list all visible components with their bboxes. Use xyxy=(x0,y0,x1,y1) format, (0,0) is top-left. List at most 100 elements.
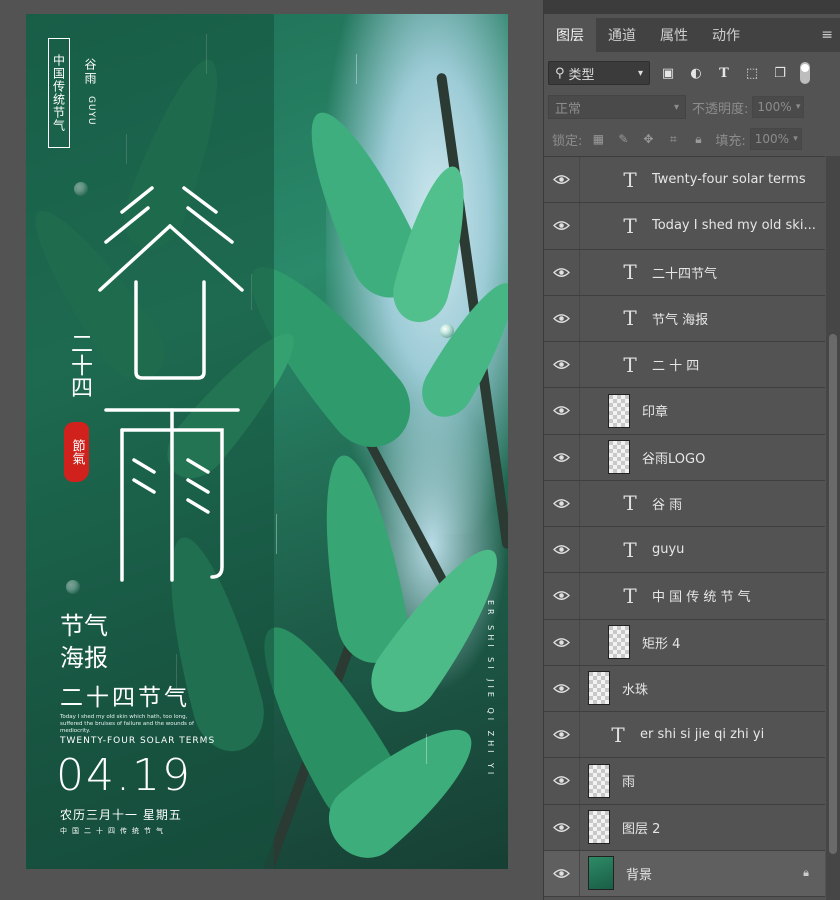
adjustment-filter-icon[interactable]: ◐ xyxy=(686,63,706,83)
text-layer-icon[interactable]: T xyxy=(620,491,640,515)
lock-position-icon[interactable]: ✥ xyxy=(639,130,657,148)
layer-row[interactable]: T中 国 传 统 节 气 xyxy=(544,573,825,620)
opacity-input[interactable]: 100% ▾ xyxy=(752,96,805,118)
layer-thumbnail[interactable] xyxy=(608,440,630,475)
lunar-date-text: 农历三月十一 星期五 xyxy=(60,808,182,822)
fill-label: 填充: xyxy=(715,133,746,149)
layer-name[interactable]: 印章 xyxy=(642,401,668,420)
layer-name[interactable]: Twenty-four solar terms xyxy=(652,172,806,187)
visibility-eye-icon[interactable] xyxy=(544,295,580,341)
visibility-eye-icon[interactable] xyxy=(544,712,580,758)
text-layer-icon[interactable]: T xyxy=(620,260,640,284)
visibility-eye-icon[interactable] xyxy=(544,434,580,480)
visibility-eye-icon[interactable] xyxy=(544,804,580,850)
layer-name[interactable]: 中 国 传 统 节 气 xyxy=(652,586,751,605)
lock-artboard-icon[interactable]: ⌗ xyxy=(664,130,682,148)
fill-value: 100% xyxy=(754,132,790,146)
layer-name[interactable]: 矩形 4 xyxy=(642,633,680,652)
layer-name[interactable]: 图层 2 xyxy=(622,818,660,837)
visibility-eye-icon[interactable] xyxy=(544,573,580,619)
layer-row[interactable]: Ter shi si jie qi zhi yi xyxy=(544,712,825,759)
layer-thumbnail[interactable] xyxy=(608,625,630,660)
tab-layers[interactable]: 图层 xyxy=(544,18,596,52)
lock-all-icon[interactable]: 🔒︎ xyxy=(689,130,707,148)
jieqi-haibao: 节气 海报 xyxy=(60,610,108,674)
layer-name[interactable]: 二十四节气 xyxy=(652,263,717,282)
tab-properties[interactable]: 属性 xyxy=(648,18,700,52)
shape-filter-icon[interactable]: ⬚ xyxy=(742,63,762,83)
layer-name[interactable]: 二 十 四 xyxy=(652,355,699,374)
layer-thumbnail[interactable] xyxy=(588,763,610,798)
layer-name[interactable]: 谷 雨 xyxy=(652,494,682,513)
layer-row[interactable]: T谷 雨 xyxy=(544,480,825,527)
layer-thumbnail[interactable] xyxy=(588,856,614,891)
layer-row[interactable]: 水珠 xyxy=(544,665,825,712)
layer-row[interactable]: 印章 xyxy=(544,388,825,435)
filter-toggle[interactable] xyxy=(800,62,810,84)
text-layer-icon[interactable]: T xyxy=(620,306,640,330)
text-layer-icon[interactable]: T xyxy=(620,584,640,608)
layer-list-scrollbar[interactable] xyxy=(826,156,840,900)
layer-row[interactable]: T Today I shed my old ski... xyxy=(544,203,825,250)
layer-row[interactable]: Tguyu xyxy=(544,527,825,574)
guyu-logo xyxy=(98,186,244,582)
layer-row[interactable]: 矩形 4 xyxy=(544,619,825,666)
layer-row[interactable]: T 二十四节气 xyxy=(544,249,825,296)
visibility-eye-icon[interactable] xyxy=(544,480,580,526)
layer-name[interactable]: 水珠 xyxy=(622,679,648,698)
tab-actions[interactable]: 动作 xyxy=(700,18,752,52)
seal-text: 節氣 xyxy=(69,439,85,465)
opacity-label: 不透明度: xyxy=(692,101,749,117)
visibility-eye-icon[interactable] xyxy=(544,527,580,573)
visibility-eye-icon[interactable] xyxy=(544,203,580,249)
layer-name[interactable]: 节气 海报 xyxy=(652,309,708,328)
lock-image-pixels-icon[interactable]: ✎ xyxy=(614,130,632,148)
text-layer-icon[interactable]: T xyxy=(620,538,640,562)
layer-row[interactable]: 背景 🔒︎ xyxy=(544,850,825,897)
lock-label: 锁定: xyxy=(552,133,583,149)
visibility-eye-icon[interactable] xyxy=(544,758,580,804)
scrollbar-thumb[interactable] xyxy=(829,334,837,854)
filter-kind-select[interactable]: ⚲ 类型 ▾ xyxy=(548,61,650,85)
visibility-eye-icon[interactable] xyxy=(544,342,580,388)
text-filter-icon[interactable]: T xyxy=(714,63,734,83)
guyu-small-title: 谷雨 xyxy=(83,58,97,86)
visibility-eye-icon[interactable] xyxy=(544,619,580,665)
tab-channels[interactable]: 通道 xyxy=(596,18,648,52)
lock-transparent-pixels-icon[interactable]: ▦ xyxy=(589,130,607,148)
layer-row[interactable]: T二 十 四 xyxy=(544,342,825,389)
tag-box: 中国传统节气 xyxy=(48,38,70,148)
text-layer-icon[interactable]: T xyxy=(620,168,640,192)
rain-streak xyxy=(276,514,277,554)
layer-thumbnail[interactable] xyxy=(588,671,610,706)
text-layer-icon[interactable]: T xyxy=(620,353,640,377)
layer-row[interactable]: 图层 2 xyxy=(544,804,825,851)
layer-name[interactable]: er shi si jie qi zhi yi xyxy=(640,727,764,742)
layer-name[interactable]: 谷雨LOGO xyxy=(642,448,705,467)
canvas-area[interactable]: 中国传统节气 谷雨 GUYU 二十四 節氣 节气 海报 二十四节气 Today … xyxy=(0,0,530,900)
smart-object-filter-icon[interactable]: ❐ xyxy=(770,63,790,83)
layer-row[interactable]: T Twenty-four solar terms xyxy=(544,157,825,204)
layer-name[interactable]: Today I shed my old ski... xyxy=(652,218,816,233)
visibility-eye-icon[interactable] xyxy=(544,249,580,295)
visibility-eye-icon[interactable] xyxy=(544,388,580,434)
visibility-eye-icon[interactable] xyxy=(544,850,580,896)
layer-row[interactable]: 雨 xyxy=(544,758,825,805)
text-layer-icon[interactable]: T xyxy=(620,214,640,238)
blend-mode-select[interactable]: 正常 ▾ xyxy=(548,95,686,119)
panel-menu-icon[interactable]: ≡ xyxy=(821,27,833,43)
image-filter-icon[interactable]: ▣ xyxy=(658,63,678,83)
layer-row[interactable]: T 节气 海报 xyxy=(544,295,825,342)
visibility-eye-icon[interactable] xyxy=(544,665,580,711)
text-layer-icon[interactable]: T xyxy=(608,723,628,747)
layer-name[interactable]: 背景 xyxy=(626,864,652,883)
visibility-eye-icon[interactable] xyxy=(544,157,580,203)
fill-input[interactable]: 100% ▾ xyxy=(749,128,802,150)
layer-row[interactable]: 谷雨LOGO xyxy=(544,434,825,481)
poster-canvas[interactable]: 中国传统节气 谷雨 GUYU 二十四 節氣 节气 海报 二十四节气 Today … xyxy=(26,14,508,869)
layer-thumbnail[interactable] xyxy=(608,393,630,428)
layer-thumbnail[interactable] xyxy=(588,810,610,845)
layer-name[interactable]: 雨 xyxy=(622,771,635,790)
tag-text: 中国传统节气 xyxy=(51,54,66,132)
layer-name[interactable]: guyu xyxy=(652,542,684,557)
